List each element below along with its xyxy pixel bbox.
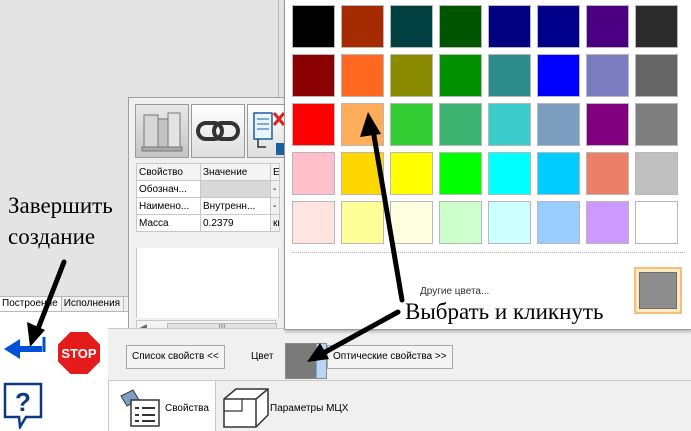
color-swatch[interactable] [586, 152, 629, 195]
color-swatch[interactable] [537, 201, 580, 244]
color-swatch[interactable] [292, 201, 335, 244]
palette-separator [292, 252, 685, 253]
material-button[interactable] [135, 104, 189, 158]
color-swatch[interactable] [635, 152, 678, 195]
color-picker[interactable] [285, 343, 327, 379]
color-swatch[interactable] [341, 5, 384, 48]
stop-label: STOP [61, 346, 96, 361]
color-swatch-grid [292, 5, 687, 244]
tab-mass-params-label: Параметры МЦХ [270, 403, 349, 414]
color-swatch[interactable] [390, 5, 433, 48]
profiles-icon [141, 112, 183, 152]
color-swatch[interactable] [341, 103, 384, 146]
table-row[interactable]: Наимено... Внутренн... - [136, 197, 280, 215]
property-value[interactable]: Внутренн... [200, 197, 271, 215]
color-swatch[interactable] [439, 152, 482, 195]
properties-table: Свойство Значение Ед Обознач... - Наимен… [136, 163, 280, 232]
mode-tabs: Построение Исполнения [0, 296, 140, 312]
color-swatch[interactable] [390, 152, 433, 195]
color-swatch[interactable] [439, 5, 482, 48]
color-swatch[interactable] [488, 5, 531, 48]
finish-annotation-line-1: Завершить [8, 193, 113, 218]
color-swatch[interactable] [488, 54, 531, 97]
color-label: Цвет [251, 351, 274, 362]
finish-annotation-line-2: создание [8, 224, 96, 249]
current-color-fill [639, 272, 677, 309]
mass-params-icon [223, 388, 269, 428]
color-swatch[interactable] [537, 103, 580, 146]
choose-annotation: Выбрать и кликнуть [405, 299, 604, 324]
color-swatch[interactable] [635, 201, 678, 244]
color-swatch[interactable] [390, 103, 433, 146]
color-swatch[interactable] [635, 103, 678, 146]
table-header-row: Свойство Значение Ед [136, 163, 280, 181]
color-swatch[interactable] [537, 152, 580, 195]
color-swatch[interactable] [292, 5, 335, 48]
color-swatch[interactable] [586, 54, 629, 97]
color-dropdown-icon[interactable] [316, 344, 326, 378]
property-name: Масса [136, 214, 201, 232]
color-swatch[interactable] [390, 54, 433, 97]
table-empty-area [136, 248, 279, 318]
tab-mass-params[interactable]: Параметры МЦХ [218, 381, 388, 431]
panel-tabs: Свойства Параметры МЦХ [108, 380, 691, 431]
color-swatch[interactable] [586, 201, 629, 244]
property-name: Наимено... [136, 197, 201, 215]
color-swatch[interactable] [292, 152, 335, 195]
color-swatch[interactable] [341, 152, 384, 195]
color-swatch[interactable] [390, 201, 433, 244]
color-swatch[interactable] [341, 54, 384, 97]
table-row[interactable]: Масса 0.2379 кг [136, 214, 280, 232]
tab-executions[interactable]: Исполнения [62, 297, 125, 311]
column-header[interactable]: Ед [270, 163, 280, 181]
color-swatch[interactable] [292, 54, 335, 97]
property-unit: - [270, 197, 280, 215]
document-delete-icon [253, 112, 286, 155]
property-value[interactable]: 0.2379 [200, 214, 271, 232]
color-swatch[interactable] [439, 201, 482, 244]
property-name: Обознач... [136, 180, 201, 198]
link-button[interactable] [191, 104, 245, 158]
property-unit: - [270, 180, 280, 198]
properties-icon [120, 389, 160, 427]
properties-list-button[interactable]: Список свойств << [126, 345, 225, 369]
color-swatch[interactable] [439, 54, 482, 97]
properties-toolbar [135, 104, 287, 159]
command-bar: Список свойств << Цвет Оптические свойст… [108, 328, 691, 380]
color-swatch[interactable] [341, 201, 384, 244]
optical-properties-button[interactable]: Оптические свойства >> [327, 345, 453, 369]
current-color-swatch[interactable] [634, 267, 682, 314]
property-unit: кг [270, 214, 280, 232]
color-swatch[interactable] [635, 5, 678, 48]
color-swatch[interactable] [488, 152, 531, 195]
document-button[interactable] [247, 104, 287, 158]
tab-properties[interactable]: Свойства [108, 381, 216, 431]
property-value[interactable] [200, 180, 271, 198]
tab-properties-label: Свойства [165, 403, 209, 414]
color-swatch[interactable] [537, 5, 580, 48]
column-header[interactable]: Свойство [136, 163, 201, 181]
color-swatch[interactable] [586, 103, 629, 146]
help-icon[interactable]: ? [2, 381, 44, 429]
properties-panel: Свойство Значение Ед Обознач... - Наимен… [128, 97, 288, 340]
color-swatch[interactable] [586, 5, 629, 48]
tab-construction[interactable]: Построение [0, 297, 62, 311]
stop-icon[interactable]: STOP [56, 330, 102, 376]
column-header[interactable]: Значение [200, 163, 271, 181]
help-label: ? [15, 387, 31, 417]
color-swatch[interactable] [537, 54, 580, 97]
color-palette-popup: Другие цвета... [284, 0, 691, 330]
color-swatch[interactable] [488, 103, 531, 146]
chain-link-icon [196, 121, 240, 141]
color-swatch[interactable] [488, 201, 531, 244]
table-row[interactable]: Обознач... - [136, 180, 280, 198]
color-swatch[interactable] [635, 54, 678, 97]
color-swatch[interactable] [292, 103, 335, 146]
color-swatch[interactable] [439, 103, 482, 146]
finish-create-icon[interactable] [4, 337, 48, 361]
